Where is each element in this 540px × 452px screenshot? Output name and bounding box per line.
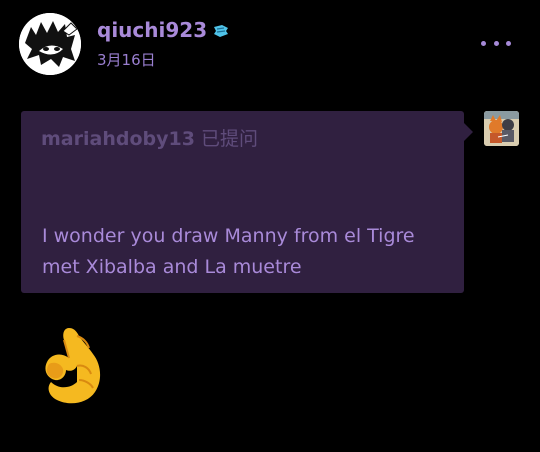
ellipsis-icon	[481, 40, 486, 46]
blue-badge-icon	[212, 21, 230, 39]
asker-avatar-drawing	[484, 111, 519, 146]
username-text[interactable]: qiuchi923	[97, 18, 207, 42]
asker-line: mariahdoby13 已提问	[41, 127, 258, 151]
asker-avatar[interactable]	[484, 111, 519, 146]
ok-hand-icon	[45, 328, 101, 404]
question-text: I wonder you draw Manny from el Tigre me…	[42, 225, 415, 278]
asked-label: 已提问	[200, 128, 258, 150]
avatar-drawing	[19, 13, 81, 75]
user-avatar[interactable]	[19, 13, 81, 75]
ask-bubble: mariahdoby13 已提问 I wonder you draw Manny …	[21, 111, 473, 293]
ellipsis-dot	[506, 40, 511, 46]
more-options-button[interactable]	[481, 33, 511, 53]
ellipsis-dot	[493, 40, 499, 46]
asker-username[interactable]: mariahdoby13	[41, 128, 195, 150]
post-date[interactable]: 3月16日	[97, 50, 156, 70]
post-author[interactable]: qiuchi923	[97, 18, 230, 42]
ok-hand-emoji	[31, 324, 106, 408]
